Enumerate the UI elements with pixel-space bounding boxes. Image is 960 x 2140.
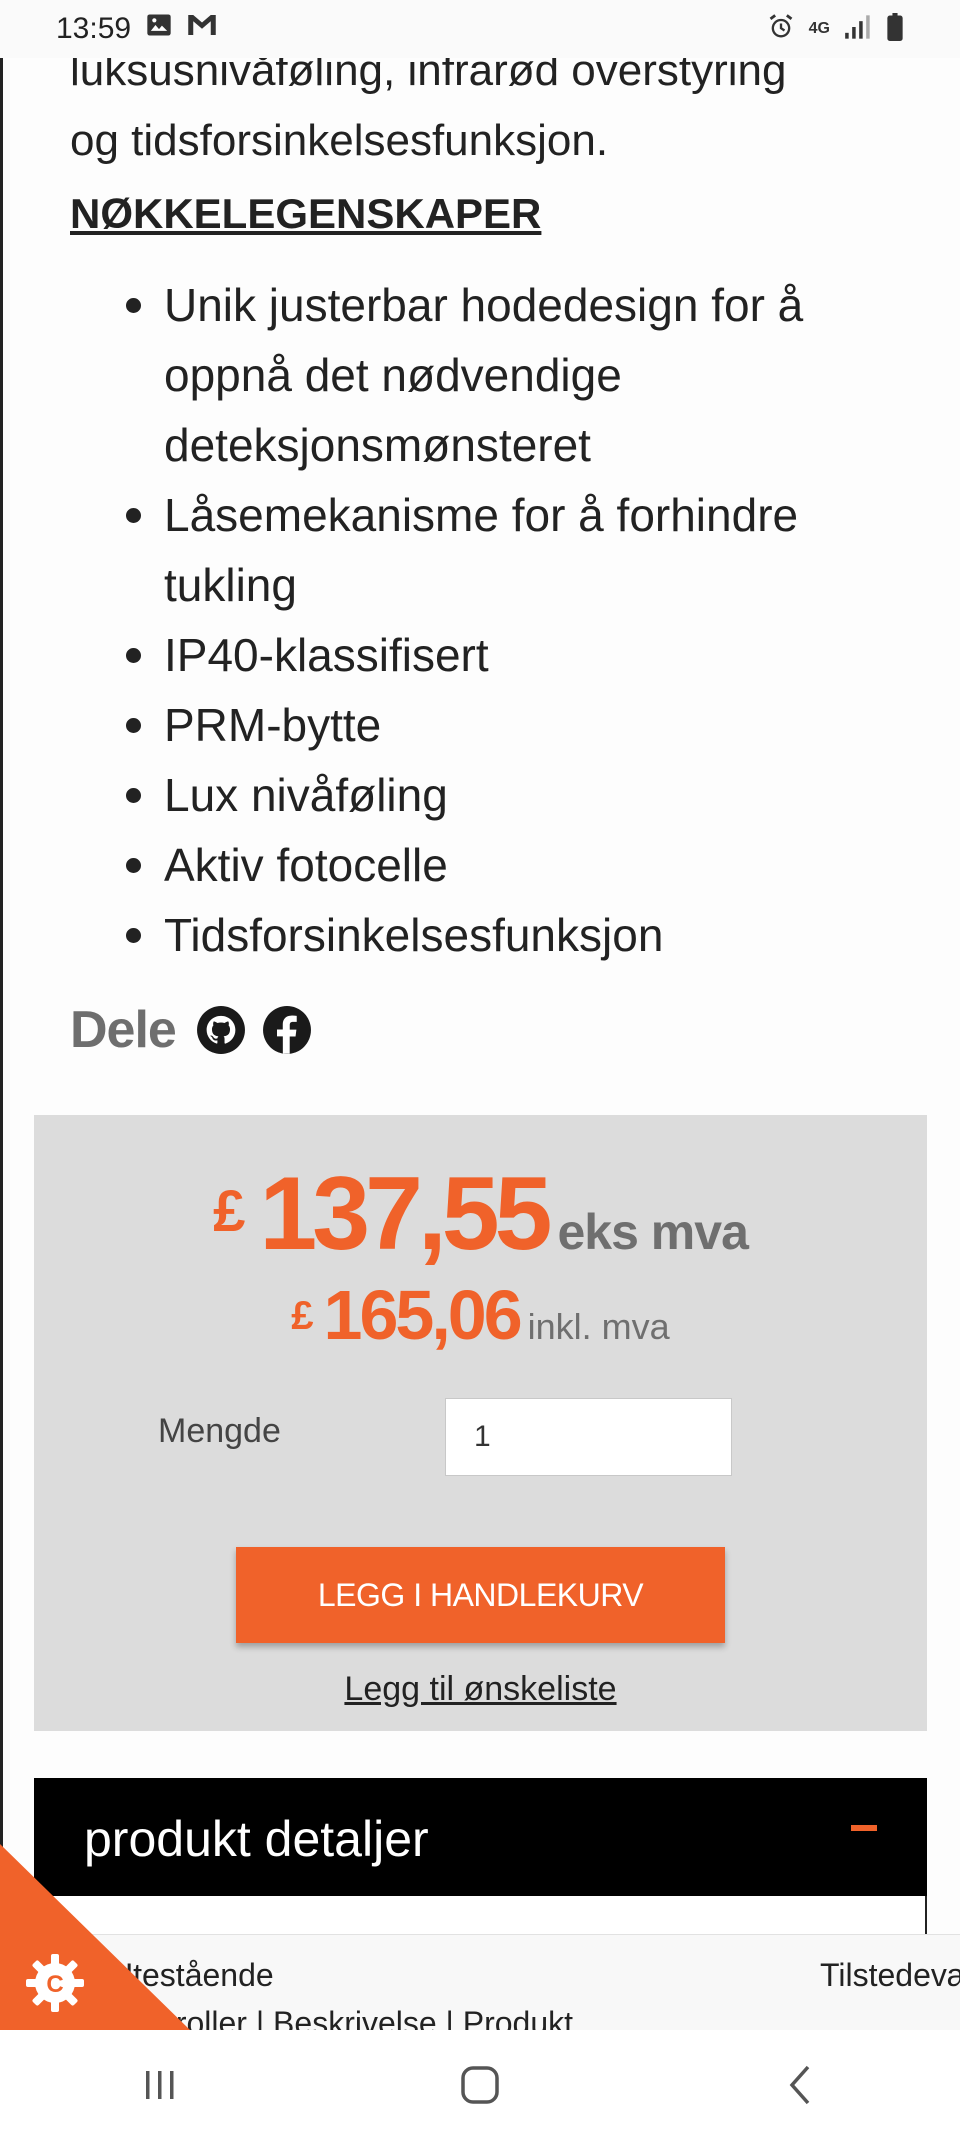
share-label: Dele	[70, 1001, 177, 1059]
features-list: Unik justerbar hodedesign for å oppnå de…	[0, 270, 960, 970]
feature-item: Lux nivåføling	[0, 760, 960, 830]
status-time: 13:59	[56, 12, 132, 45]
alarm-icon	[767, 13, 795, 46]
page-content: luksusnivåføling, infrarød overstyring o…	[0, 0, 960, 2030]
facebook-icon[interactable]	[262, 1005, 312, 1055]
gmail-notification-icon	[187, 12, 217, 46]
price-ex-vat: £137,55 eks mva	[34, 1155, 927, 1274]
intro-line: og tidsforsinkelsesfunksjon.	[70, 116, 609, 165]
quantity-input[interactable]	[445, 1398, 732, 1476]
status-bar: 13:59 4G	[0, 0, 960, 58]
price-box: £137,55eks mva £165,06inkl. mva Mengde L…	[34, 1115, 927, 1731]
add-to-cart-button[interactable]: LEGG I HANDLEKURV	[236, 1547, 725, 1643]
cookie-settings-icon[interactable]: C	[22, 1950, 88, 2016]
network-type-label: 4G	[808, 20, 830, 37]
product-details-title: produkt detaljer	[84, 1811, 429, 1867]
price-ex-vat-amount: 137,55	[259, 1156, 552, 1272]
inc-vat-label: inkl. mva	[527, 1306, 670, 1347]
collapse-toggle-icon[interactable]	[851, 1825, 877, 1831]
quantity-label: Mengde	[158, 1412, 281, 1450]
feature-item: Låsemekanisme for å forhindre tukling	[0, 480, 960, 620]
feature-item: Aktiv fotocelle	[0, 830, 960, 900]
back-icon[interactable]	[760, 2050, 840, 2120]
currency-symbol: £	[213, 1179, 246, 1244]
currency-symbol: £	[291, 1294, 314, 1338]
product-details-header[interactable]: produkt detaljer	[34, 1778, 927, 1896]
ex-vat-label: eks mva	[557, 1204, 748, 1260]
feature-item: Tidsforsinkelsesfunksjon	[0, 900, 960, 970]
home-icon[interactable]	[440, 2050, 520, 2120]
battery-icon	[886, 12, 904, 46]
svg-text:C: C	[46, 1971, 63, 1998]
feature-item: Unik justerbar hodedesign for å oppnå de…	[0, 270, 960, 480]
feature-item: PRM-bytte	[0, 690, 960, 760]
features-heading: NØKKELEGENSKAPER	[70, 190, 542, 237]
feature-item: IP40-klassifisert	[0, 620, 960, 690]
system-navigation-bar	[0, 2030, 960, 2140]
github-icon[interactable]	[196, 1005, 246, 1055]
price-inc-vat-amount: 165,06	[323, 1276, 523, 1354]
product-details-panel	[34, 1896, 927, 1936]
cookie-category-tab[interactable]: Tilstedeværelse	[820, 1957, 960, 1994]
add-to-wishlist-link[interactable]: Legg til ønskeliste	[34, 1670, 927, 1709]
share-row: Dele	[70, 1000, 312, 1060]
price-inc-vat: £165,06 inkl. mva	[34, 1275, 927, 1355]
recent-apps-icon[interactable]	[120, 2050, 200, 2120]
signal-icon	[844, 14, 872, 45]
gallery-notification-icon	[145, 11, 173, 47]
